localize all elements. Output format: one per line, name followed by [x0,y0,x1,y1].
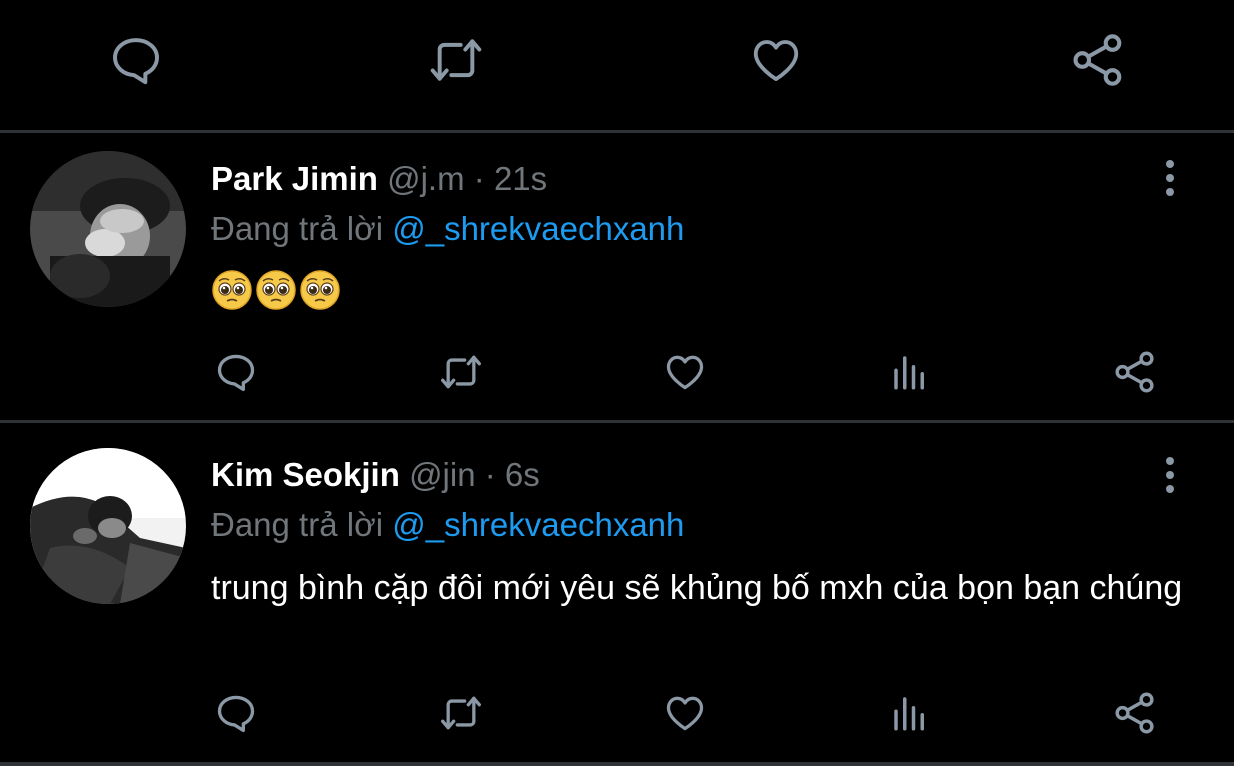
author-name[interactable]: Park Jimin [211,160,378,197]
divider [0,762,1234,766]
avatar[interactable] [30,448,186,604]
tweet-kim-seokjin[interactable]: Kim Seokjin @jin · 6s Đang trả lời @_shr… [0,423,1234,763]
separator: · [473,160,485,197]
replying-to: Đang trả lời @_shrekvaechxanh [211,209,684,249]
tweet-header: Park Jimin @j.m · 21s [211,159,547,199]
reply-prefix: Đang trả lời [211,210,384,247]
tweet-park-jimin[interactable]: Park Jimin @j.m · 21s Đang trả lời @_shr… [0,133,1234,421]
author-handle[interactable]: @jin [409,456,476,493]
analytics-icon[interactable] [885,688,935,738]
like-icon[interactable] [660,347,710,397]
share-icon[interactable] [1110,688,1160,738]
pleading-face-icon [256,270,296,310]
retweet-icon[interactable] [436,347,486,397]
reply-icon[interactable] [211,347,261,397]
tweet-content: trung bình cặp đôi mới yêu sẽ khủng bố m… [211,569,1183,607]
timestamp[interactable]: 6s [505,456,540,493]
author-handle[interactable]: @j.m [387,160,465,197]
separator: · [484,456,496,493]
timestamp[interactable]: 21s [494,160,547,197]
reply-icon[interactable] [211,688,261,738]
share-icon[interactable] [1068,30,1128,90]
more-options-icon[interactable] [1150,455,1190,495]
replying-to: Đang trả lời @_shrekvaechxanh [211,505,684,545]
top-action-bar [0,0,1234,131]
pleading-face-icon [212,270,252,310]
avatar[interactable] [30,151,186,307]
pleading-face-icon [300,270,340,310]
more-options-icon[interactable] [1150,158,1190,198]
reply-mention[interactable]: @_shrekvaechxanh [392,210,684,247]
reply-icon[interactable] [106,30,166,90]
like-icon[interactable] [746,30,806,90]
tweet-header: Kim Seokjin @jin · 6s [211,455,540,495]
tweet-action-bar [0,347,1234,407]
retweet-icon[interactable] [436,688,486,738]
tweet-action-bar [0,688,1234,748]
analytics-icon[interactable] [885,347,935,397]
retweet-icon[interactable] [426,30,486,90]
share-icon[interactable] [1110,347,1160,397]
tweet-content: 🥺🥺🥺 [211,269,341,311]
reply-prefix: Đang trả lời [211,506,384,543]
like-icon[interactable] [660,688,710,738]
tweet-content-text: 🥺🥺🥺 [211,269,212,270]
author-name[interactable]: Kim Seokjin [211,456,400,493]
reply-mention[interactable]: @_shrekvaechxanh [392,506,684,543]
